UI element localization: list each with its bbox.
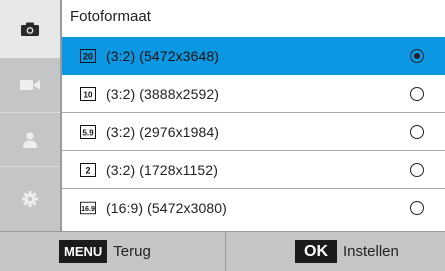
list-item-label: (16:9) (5472x3080): [106, 200, 227, 216]
radio-button[interactable]: [410, 124, 424, 139]
radio-button[interactable]: [410, 86, 424, 101]
settings-sidebar: [0, 0, 60, 231]
radio-button[interactable]: [410, 162, 424, 177]
ok-key: OK: [295, 240, 337, 263]
tab-settings[interactable]: [0, 166, 60, 231]
person-icon: [23, 131, 37, 148]
back-label: Terug: [113, 243, 151, 260]
svg-text:16.9: 16.9: [81, 205, 95, 213]
camera-icon: [21, 22, 39, 36]
radio-button-selected[interactable]: [410, 49, 424, 63]
svg-text:20: 20: [83, 52, 93, 62]
menu-title: Fotoformaat: [70, 8, 151, 25]
list-item-photo-size[interactable]: 20 (3:2) (5472x3648): [62, 37, 445, 75]
gear-icon: [22, 191, 38, 207]
list-item-label: (3:2) (1728x1152): [106, 161, 218, 178]
2m-icon: 2: [80, 162, 96, 178]
16.9m-icon: 16.9: [80, 200, 96, 216]
list-item-label: (3:2) (2976x1984): [106, 123, 219, 140]
set-button[interactable]: OK Instellen: [225, 232, 445, 271]
menu-key: MENU: [59, 240, 108, 263]
tab-photo[interactable]: [0, 0, 60, 58]
list-item-photo-size[interactable]: 16.9 (16:9) (5472x3080): [62, 189, 445, 227]
tab-video[interactable]: [0, 58, 60, 112]
10.1m-icon: 10: [80, 86, 96, 102]
bottom-bar: MENU Terug OK Instellen: [0, 231, 445, 271]
list-item-photo-size[interactable]: 10 (3:2) (3888x2592): [62, 75, 445, 113]
list-item-photo-size[interactable]: 5.9 (3:2) (2976x1984): [62, 113, 445, 151]
20m-icon: 20: [80, 48, 96, 64]
svg-text:5.9: 5.9: [82, 128, 94, 137]
radio-button[interactable]: [410, 201, 424, 215]
video-camera-icon: [20, 79, 40, 91]
set-label: Instellen: [343, 243, 399, 260]
menu-panel: Fotoformaat 20 (3:2) (5472x3648) 10 (3:2…: [60, 0, 445, 231]
photo-size-settings-screen: Fotoformaat 20 (3:2) (5472x3648) 10 (3:2…: [0, 0, 445, 271]
svg-text:10: 10: [84, 90, 93, 99]
5.9m-icon: 5.9: [80, 124, 96, 140]
photo-size-list: 20 (3:2) (5472x3648) 10 (3:2) (3888x2592…: [62, 37, 445, 227]
tab-user[interactable]: [0, 112, 60, 166]
svg-text:2: 2: [85, 165, 90, 175]
back-button[interactable]: MENU Terug: [0, 232, 225, 271]
list-item-photo-size[interactable]: 2 (3:2) (1728x1152): [62, 151, 445, 189]
list-item-label: (3:2) (3888x2592): [106, 85, 219, 102]
list-item-label: (3:2) (5472x3648): [106, 48, 219, 64]
